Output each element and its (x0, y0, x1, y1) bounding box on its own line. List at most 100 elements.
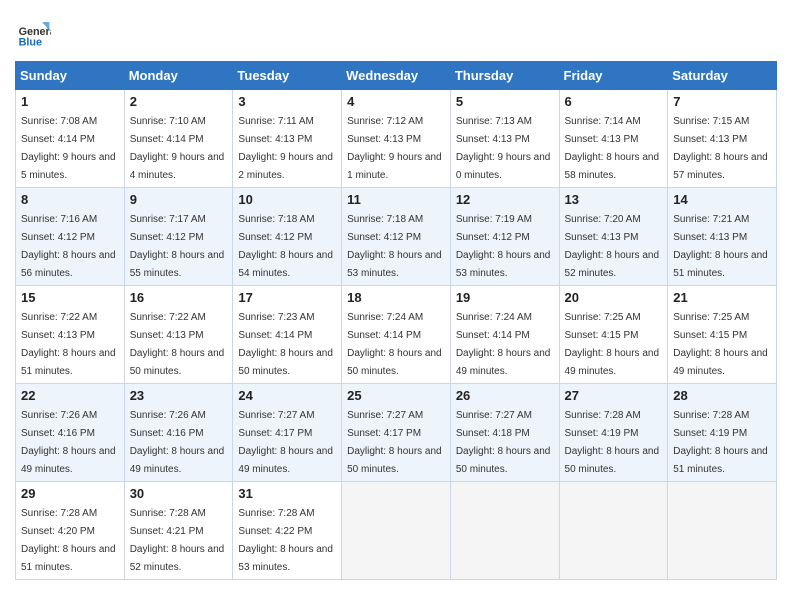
calendar-cell: 14 Sunrise: 7:21 AMSunset: 4:13 PMDaylig… (668, 188, 777, 286)
calendar-cell: 28 Sunrise: 7:28 AMSunset: 4:19 PMDaylig… (668, 384, 777, 482)
calendar-table: SundayMondayTuesdayWednesdayThursdayFrid… (15, 61, 777, 580)
day-number: 1 (21, 94, 119, 109)
day-number: 13 (565, 192, 663, 207)
day-info: Sunrise: 7:10 AMSunset: 4:14 PMDaylight:… (130, 116, 225, 181)
calendar-cell: 29 Sunrise: 7:28 AMSunset: 4:20 PMDaylig… (16, 482, 125, 580)
day-info: Sunrise: 7:27 AMSunset: 4:18 PMDaylight:… (456, 410, 551, 475)
day-number: 21 (673, 290, 771, 305)
day-number: 18 (347, 290, 445, 305)
day-header-friday: Friday (559, 62, 668, 90)
calendar-week-row: 15 Sunrise: 7:22 AMSunset: 4:13 PMDaylig… (16, 286, 777, 384)
day-info: Sunrise: 7:25 AMSunset: 4:15 PMDaylight:… (565, 312, 660, 377)
day-info: Sunrise: 7:26 AMSunset: 4:16 PMDaylight:… (21, 410, 116, 475)
calendar-cell: 19 Sunrise: 7:24 AMSunset: 4:14 PMDaylig… (450, 286, 559, 384)
day-number: 16 (130, 290, 228, 305)
day-info: Sunrise: 7:14 AMSunset: 4:13 PMDaylight:… (565, 116, 660, 181)
svg-text:Blue: Blue (19, 37, 42, 49)
day-number: 24 (238, 388, 336, 403)
day-number: 30 (130, 486, 228, 501)
calendar-cell: 26 Sunrise: 7:27 AMSunset: 4:18 PMDaylig… (450, 384, 559, 482)
day-info: Sunrise: 7:28 AMSunset: 4:19 PMDaylight:… (673, 410, 768, 475)
day-number: 17 (238, 290, 336, 305)
day-info: Sunrise: 7:13 AMSunset: 4:13 PMDaylight:… (456, 116, 551, 181)
day-info: Sunrise: 7:28 AMSunset: 4:21 PMDaylight:… (130, 508, 225, 573)
calendar-cell: 25 Sunrise: 7:27 AMSunset: 4:17 PMDaylig… (342, 384, 451, 482)
day-number: 29 (21, 486, 119, 501)
calendar-cell: 20 Sunrise: 7:25 AMSunset: 4:15 PMDaylig… (559, 286, 668, 384)
day-info: Sunrise: 7:27 AMSunset: 4:17 PMDaylight:… (347, 410, 442, 475)
day-number: 10 (238, 192, 336, 207)
day-info: Sunrise: 7:12 AMSunset: 4:13 PMDaylight:… (347, 116, 442, 181)
day-info: Sunrise: 7:23 AMSunset: 4:14 PMDaylight:… (238, 312, 333, 377)
day-info: Sunrise: 7:26 AMSunset: 4:16 PMDaylight:… (130, 410, 225, 475)
page-container: General Blue SundayMondayTuesdayWednesda… (0, 0, 792, 590)
calendar-cell: 13 Sunrise: 7:20 AMSunset: 4:13 PMDaylig… (559, 188, 668, 286)
day-number: 3 (238, 94, 336, 109)
calendar-cell: 3 Sunrise: 7:11 AMSunset: 4:13 PMDayligh… (233, 90, 342, 188)
day-info: Sunrise: 7:18 AMSunset: 4:12 PMDaylight:… (347, 214, 442, 279)
day-number: 4 (347, 94, 445, 109)
day-header-monday: Monday (124, 62, 233, 90)
day-number: 5 (456, 94, 554, 109)
day-info: Sunrise: 7:27 AMSunset: 4:17 PMDaylight:… (238, 410, 333, 475)
calendar-cell: 16 Sunrise: 7:22 AMSunset: 4:13 PMDaylig… (124, 286, 233, 384)
day-number: 25 (347, 388, 445, 403)
day-header-sunday: Sunday (16, 62, 125, 90)
day-number: 23 (130, 388, 228, 403)
calendar-header-row: SundayMondayTuesdayWednesdayThursdayFrid… (16, 62, 777, 90)
day-info: Sunrise: 7:19 AMSunset: 4:12 PMDaylight:… (456, 214, 551, 279)
calendar-cell: 4 Sunrise: 7:12 AMSunset: 4:13 PMDayligh… (342, 90, 451, 188)
calendar-cell: 11 Sunrise: 7:18 AMSunset: 4:12 PMDaylig… (342, 188, 451, 286)
calendar-cell: 10 Sunrise: 7:18 AMSunset: 4:12 PMDaylig… (233, 188, 342, 286)
day-info: Sunrise: 7:21 AMSunset: 4:13 PMDaylight:… (673, 214, 768, 279)
day-info: Sunrise: 7:28 AMSunset: 4:20 PMDaylight:… (21, 508, 116, 573)
day-info: Sunrise: 7:15 AMSunset: 4:13 PMDaylight:… (673, 116, 768, 181)
calendar-cell: 2 Sunrise: 7:10 AMSunset: 4:14 PMDayligh… (124, 90, 233, 188)
calendar-cell: 24 Sunrise: 7:27 AMSunset: 4:17 PMDaylig… (233, 384, 342, 482)
day-info: Sunrise: 7:28 AMSunset: 4:19 PMDaylight:… (565, 410, 660, 475)
calendar-cell: 23 Sunrise: 7:26 AMSunset: 4:16 PMDaylig… (124, 384, 233, 482)
day-number: 26 (456, 388, 554, 403)
day-info: Sunrise: 7:24 AMSunset: 4:14 PMDaylight:… (456, 312, 551, 377)
calendar-cell (342, 482, 451, 580)
day-number: 6 (565, 94, 663, 109)
calendar-cell (450, 482, 559, 580)
calendar-week-row: 8 Sunrise: 7:16 AMSunset: 4:12 PMDayligh… (16, 188, 777, 286)
calendar-cell (559, 482, 668, 580)
day-number: 27 (565, 388, 663, 403)
calendar-cell: 8 Sunrise: 7:16 AMSunset: 4:12 PMDayligh… (16, 188, 125, 286)
day-number: 19 (456, 290, 554, 305)
calendar-cell: 21 Sunrise: 7:25 AMSunset: 4:15 PMDaylig… (668, 286, 777, 384)
day-number: 7 (673, 94, 771, 109)
logo-icon: General Blue (15, 15, 51, 51)
day-number: 14 (673, 192, 771, 207)
day-info: Sunrise: 7:25 AMSunset: 4:15 PMDaylight:… (673, 312, 768, 377)
logo: General Blue (15, 15, 53, 51)
calendar-cell: 15 Sunrise: 7:22 AMSunset: 4:13 PMDaylig… (16, 286, 125, 384)
day-info: Sunrise: 7:18 AMSunset: 4:12 PMDaylight:… (238, 214, 333, 279)
calendar-cell: 9 Sunrise: 7:17 AMSunset: 4:12 PMDayligh… (124, 188, 233, 286)
day-number: 28 (673, 388, 771, 403)
day-info: Sunrise: 7:20 AMSunset: 4:13 PMDaylight:… (565, 214, 660, 279)
calendar-cell: 7 Sunrise: 7:15 AMSunset: 4:13 PMDayligh… (668, 90, 777, 188)
calendar-cell: 18 Sunrise: 7:24 AMSunset: 4:14 PMDaylig… (342, 286, 451, 384)
day-number: 9 (130, 192, 228, 207)
day-number: 2 (130, 94, 228, 109)
day-info: Sunrise: 7:28 AMSunset: 4:22 PMDaylight:… (238, 508, 333, 573)
calendar-week-row: 29 Sunrise: 7:28 AMSunset: 4:20 PMDaylig… (16, 482, 777, 580)
calendar-cell (668, 482, 777, 580)
calendar-cell: 17 Sunrise: 7:23 AMSunset: 4:14 PMDaylig… (233, 286, 342, 384)
day-number: 20 (565, 290, 663, 305)
day-info: Sunrise: 7:24 AMSunset: 4:14 PMDaylight:… (347, 312, 442, 377)
day-number: 15 (21, 290, 119, 305)
day-number: 8 (21, 192, 119, 207)
calendar-cell: 27 Sunrise: 7:28 AMSunset: 4:19 PMDaylig… (559, 384, 668, 482)
calendar-cell: 31 Sunrise: 7:28 AMSunset: 4:22 PMDaylig… (233, 482, 342, 580)
day-info: Sunrise: 7:16 AMSunset: 4:12 PMDaylight:… (21, 214, 116, 279)
day-header-thursday: Thursday (450, 62, 559, 90)
calendar-cell: 12 Sunrise: 7:19 AMSunset: 4:12 PMDaylig… (450, 188, 559, 286)
calendar-week-row: 1 Sunrise: 7:08 AMSunset: 4:14 PMDayligh… (16, 90, 777, 188)
day-info: Sunrise: 7:22 AMSunset: 4:13 PMDaylight:… (130, 312, 225, 377)
day-header-wednesday: Wednesday (342, 62, 451, 90)
day-header-saturday: Saturday (668, 62, 777, 90)
